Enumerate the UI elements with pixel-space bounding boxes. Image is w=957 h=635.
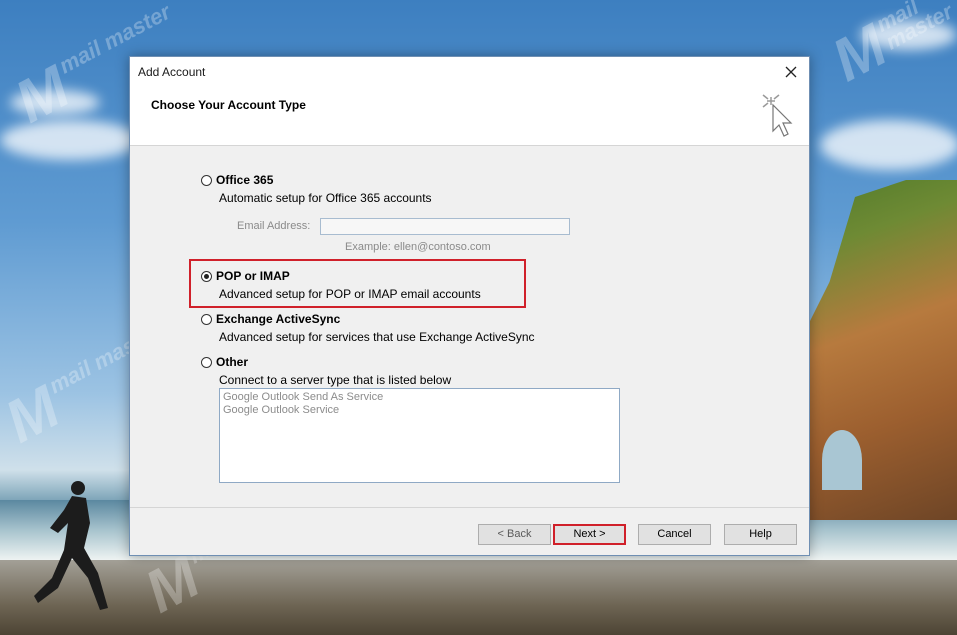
cancel-button[interactable]: Cancel <box>638 524 711 545</box>
title-bar: Add Account <box>130 57 809 87</box>
option-description: Connect to a server type that is listed … <box>219 373 452 387</box>
option-description: Advanced setup for POP or IMAP email acc… <box>219 287 481 301</box>
cursor-sparkle-icon <box>762 94 793 137</box>
option-label: POP or IMAP <box>216 269 290 283</box>
help-button[interactable]: Help <box>724 524 797 545</box>
option-label: Other <box>216 355 249 369</box>
option-description: Automatic setup for Office 365 accounts <box>219 191 432 205</box>
back-button[interactable]: < Back <box>478 524 551 545</box>
close-button[interactable] <box>777 60 805 84</box>
cliff <box>787 180 957 520</box>
window-title: Add Account <box>138 65 206 79</box>
cliff-arch <box>822 430 862 490</box>
next-button[interactable]: Next > <box>553 524 626 545</box>
radio-button[interactable] <box>201 313 212 325</box>
radio-pop-imap[interactable]: POP or IMAP <box>201 269 290 283</box>
cloud <box>860 20 957 50</box>
page-title: Choose Your Account Type <box>151 98 306 112</box>
option-label: Office 365 <box>216 173 274 187</box>
cloud <box>0 120 140 160</box>
cloud <box>10 90 100 115</box>
list-item[interactable]: Google Outlook Send As Service <box>223 391 616 404</box>
divider <box>130 507 809 508</box>
radio-button[interactable] <box>201 174 212 186</box>
email-address-input[interactable] <box>320 218 570 235</box>
radio-button[interactable] <box>201 356 212 368</box>
email-example-hint: Example: ellen@contoso.com <box>345 241 491 253</box>
cloud <box>820 120 957 170</box>
option-label: Exchange ActiveSync <box>216 312 341 326</box>
add-account-dialog: Add Account Choose Your Account Type Off… <box>129 56 810 556</box>
list-item[interactable]: Google Outlook Service <box>223 404 616 417</box>
option-description: Advanced setup for services that use Exc… <box>219 330 535 344</box>
beach <box>0 560 957 635</box>
radio-exchange-activesync[interactable]: Exchange ActiveSync <box>201 312 340 326</box>
radio-other[interactable]: Other <box>201 355 248 369</box>
email-address-label: Email Address: <box>237 220 311 232</box>
runner-silhouette <box>34 481 108 610</box>
wizard-header: Choose Your Account Type <box>130 87 809 146</box>
radio-button[interactable] <box>201 270 212 282</box>
server-type-listbox[interactable]: Google Outlook Send As Service Google Ou… <box>219 388 620 483</box>
radio-office365[interactable]: Office 365 <box>201 173 273 187</box>
close-icon <box>785 66 797 78</box>
